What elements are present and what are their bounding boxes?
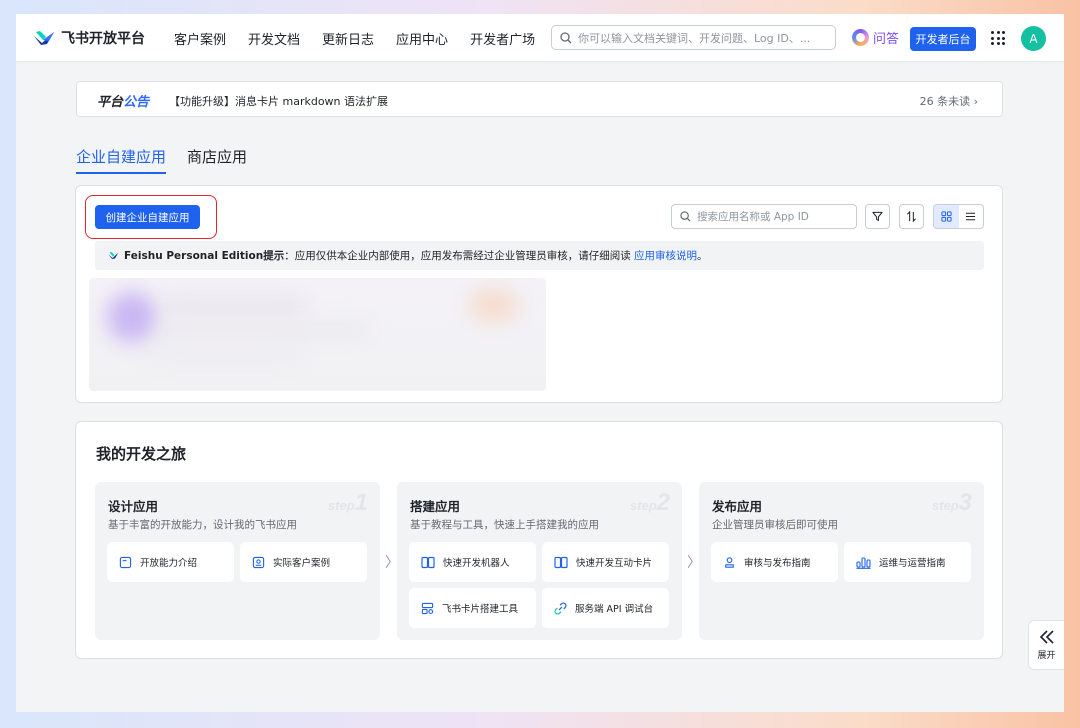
search-icon — [680, 211, 691, 222]
stage-build: 搭建应用 基于教程与工具，快速上手搭建我的应用 step2 快速开发机器人 快速… — [397, 482, 682, 640]
capability-icon — [119, 556, 132, 568]
dev-journey-panel: 我的开发之旅 设计应用 基于丰富的开放能力，设计我的飞书应用 step1 开放能… — [75, 421, 1003, 659]
apps-grid-icon[interactable] — [991, 31, 1005, 45]
review-tip-banner: Feishu Personal Edition提示：应用仅供本企业内部使用，应用… — [95, 241, 984, 270]
entry-quick-card[interactable]: 快速开发互动卡片 — [542, 542, 669, 582]
entry-label: 开放能力介绍 — [140, 558, 198, 569]
nav-item-app-center[interactable]: 应用中心 — [396, 29, 448, 48]
app-search-placeholder: 搜索应用名称或 App ID — [697, 211, 809, 223]
grid-view-button[interactable] — [934, 205, 959, 228]
entry-label: 飞书卡片搭建工具 — [442, 604, 519, 615]
entry-quick-bot[interactable]: 快速开发机器人 — [409, 542, 536, 582]
nav-item-docs[interactable]: 开发文档 — [248, 29, 300, 48]
entry-label: 实际客户案例 — [273, 558, 331, 569]
step-watermark: step3 — [931, 489, 972, 516]
entry-card-builder[interactable]: 飞书卡片搭建工具 — [409, 588, 536, 628]
entry-label: 服务端 API 调试台 — [575, 604, 654, 615]
feishu-logo-icon — [34, 31, 54, 45]
entry-api-debugger[interactable]: 服务端 API 调试台 — [542, 588, 669, 628]
qa-icon — [852, 29, 869, 46]
entry-label: 快速开发互动卡片 — [576, 558, 653, 569]
sort-icon — [907, 211, 916, 222]
stage-desc: 基于教程与工具，快速上手搭建我的应用 — [410, 519, 599, 531]
stage-publish: 发布应用 企业管理员审核后即可使用 step3 审核与发布指南 运维与运营指南 — [699, 482, 984, 640]
announcement-text[interactable]: 【功能升级】消息卡片 markdown 语法扩展 — [169, 93, 388, 109]
entry-label: 快速开发机器人 — [443, 558, 510, 569]
filter-icon — [872, 211, 883, 222]
step-watermark: step1 — [327, 489, 368, 516]
stage-title: 发布应用 — [712, 499, 763, 514]
brand-name: 飞书开放平台 — [61, 31, 145, 47]
app-search-input[interactable]: 搜索应用名称或 App ID — [671, 204, 857, 229]
tip-text: Feishu Personal Edition提示：应用仅供本企业内部使用，应用… — [124, 250, 708, 262]
stage-title: 搭建应用 — [410, 499, 461, 514]
unread-count-link[interactable]: 26 条未读 › — [920, 93, 978, 109]
grid-view-icon — [941, 211, 952, 222]
entry-label: 审核与发布指南 — [744, 558, 811, 569]
create-enterprise-app-button[interactable]: 创建企业自建应用 — [95, 205, 200, 229]
app-window: 飞书开放平台 客户案例 开发文档 更新日志 应用中心 开发者广场 你可以输入文档… — [16, 14, 1064, 712]
avatar[interactable]: A — [1021, 26, 1046, 51]
qa-label: 问答 — [873, 32, 900, 47]
tab-store-apps[interactable]: 商店应用 — [187, 146, 247, 167]
card-builder-icon — [421, 602, 434, 614]
search-placeholder: 你可以输入文档关键词、开发问题、Log ID、... — [578, 31, 811, 45]
nav-item-cases[interactable]: 客户案例 — [174, 29, 226, 48]
announcement-tag: 平台公告 — [97, 95, 150, 110]
stage-design: 设计应用 基于丰富的开放能力，设计我的飞书应用 step1 开放能力介绍 实际客… — [95, 482, 380, 640]
brand-logo[interactable]: 飞书开放平台 — [33, 28, 145, 48]
search-icon — [560, 31, 572, 43]
review-icon — [725, 556, 734, 568]
chevron-right-icon: › — [973, 95, 978, 108]
developer-console-button[interactable]: 开发者后台 — [910, 27, 976, 51]
nav-item-developer-square[interactable]: 开发者广场 — [470, 29, 535, 48]
expand-sidebar-button[interactable]: 展开 — [1028, 620, 1064, 670]
dev-journey-title: 我的开发之旅 — [96, 445, 187, 463]
entry-review-guide[interactable]: 审核与发布指南 — [711, 542, 838, 582]
book-icon — [421, 556, 435, 568]
stats-icon — [856, 556, 871, 569]
entry-label: 运维与运营指南 — [879, 558, 946, 569]
list-view-button[interactable] — [959, 205, 984, 228]
stage-desc: 基于丰富的开放能力，设计我的飞书应用 — [108, 519, 297, 531]
entry-ops-guide[interactable]: 运维与运营指南 — [844, 542, 971, 582]
app-list-panel: 创建企业自建应用 搜索应用名称或 App ID Feishu Personal … — [75, 185, 1003, 403]
doc-search-input[interactable]: 你可以输入文档关键词、开发问题、Log ID、... — [551, 25, 836, 50]
sort-button[interactable] — [899, 204, 924, 229]
review-guide-link[interactable]: 应用审核说明 — [634, 250, 697, 262]
case-icon — [252, 556, 265, 568]
blurred-app-card[interactable] — [89, 278, 546, 391]
entry-capability-intro[interactable]: 开放能力介绍 — [107, 542, 234, 582]
feishu-logo-icon — [108, 252, 119, 259]
api-debug-icon — [554, 602, 567, 614]
stage-desc: 企业管理员审核后即可使用 — [712, 519, 838, 531]
book-icon — [554, 556, 568, 568]
expand-label: 展开 — [1037, 650, 1056, 661]
nav-item-changelog[interactable]: 更新日志 — [322, 29, 374, 48]
announcement-bar[interactable]: 平台公告 【功能升级】消息卡片 markdown 语法扩展 26 条未读 › — [76, 81, 1003, 117]
double-chevron-left-icon — [1039, 629, 1054, 644]
list-view-icon — [966, 212, 976, 221]
view-toggle — [933, 204, 984, 229]
stage-title: 设计应用 — [108, 499, 159, 514]
filter-button[interactable] — [865, 204, 890, 229]
step-watermark: step2 — [629, 489, 670, 516]
top-navigation-bar: 飞书开放平台 客户案例 开发文档 更新日志 应用中心 开发者广场 你可以输入文档… — [16, 14, 1064, 62]
tab-enterprise-apps[interactable]: 企业自建应用 — [76, 146, 167, 174]
entry-customer-cases[interactable]: 实际客户案例 — [240, 542, 367, 582]
qa-button[interactable]: 问答 — [852, 28, 899, 47]
main-nav: 客户案例 开发文档 更新日志 应用中心 开发者广场 — [174, 29, 535, 48]
